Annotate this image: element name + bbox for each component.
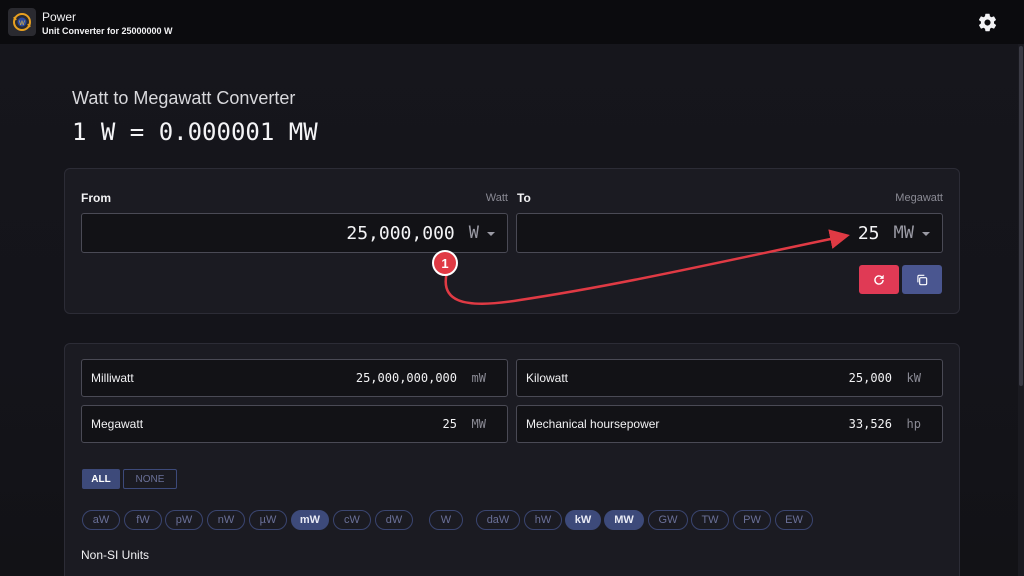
unit-chip-mW[interactable]: mW	[291, 510, 329, 530]
to-unit-name: Megawatt	[895, 192, 943, 204]
to-unit-dropdown-caret-icon[interactable]	[922, 232, 930, 236]
result-value: 25	[442, 417, 457, 431]
svg-text:W: W	[19, 21, 25, 27]
result-value: 25,000	[848, 371, 892, 385]
non-si-units-heading: Non-SI Units	[81, 548, 150, 562]
to-value: 25	[857, 222, 880, 244]
to-value-input[interactable]: 25 MW	[516, 213, 943, 253]
result-row[interactable]: Megawatt 25 MW	[81, 405, 508, 443]
to-label: To	[517, 191, 531, 205]
result-value: 33,526	[848, 417, 892, 431]
unit-chip-dW[interactable]: dW	[375, 510, 413, 530]
result-unit: mW	[471, 371, 486, 385]
unit-chip-nW[interactable]: nW	[207, 510, 245, 530]
unit-chip-EW[interactable]: EW	[775, 510, 813, 530]
unit-chip-fW[interactable]: fW	[124, 510, 162, 530]
result-name: Mechanical hoursepower	[526, 417, 660, 431]
app-subtitle: Unit Converter for 25000000 W	[42, 26, 173, 36]
reset-button[interactable]	[859, 265, 899, 294]
copy-icon	[917, 274, 928, 285]
from-unit-dropdown-caret-icon[interactable]	[487, 232, 495, 236]
to-unit-select[interactable]: MW	[894, 223, 914, 243]
unit-chip-W[interactable]: W	[429, 510, 463, 530]
conversion-formula: 1 W = 0.000001 MW	[72, 118, 318, 146]
page-heading: Watt to Megawatt Converter	[72, 88, 296, 108]
result-row[interactable]: Kilowatt 25,000 kW	[516, 359, 943, 397]
copy-button[interactable]	[902, 265, 942, 294]
app-title: Power	[42, 10, 77, 24]
from-unit-select[interactable]: W	[469, 223, 479, 243]
unit-chip-MW[interactable]: MW	[604, 510, 644, 530]
filter-all-button[interactable]: ALL	[82, 469, 120, 489]
unit-chip-PW[interactable]: PW	[733, 510, 771, 530]
unit-chip-daW[interactable]: daW	[476, 510, 520, 530]
unit-chip-hW[interactable]: hW	[524, 510, 562, 530]
from-value: 25,000,000	[346, 222, 455, 244]
unit-chip-TW[interactable]: TW	[691, 510, 729, 530]
app-logo-icon: W	[8, 8, 36, 36]
unit-chip-kW[interactable]: kW	[565, 510, 601, 530]
filter-none-button[interactable]: NONE	[123, 469, 177, 489]
result-unit: hp	[906, 417, 921, 431]
result-value: 25,000,000,000	[355, 371, 457, 385]
unit-chip-uW[interactable]: µW	[249, 510, 287, 530]
result-name: Megawatt	[91, 417, 144, 431]
top-bar: W Power Unit Converter for 25000000 W	[0, 0, 1024, 44]
from-value-input[interactable]: 25,000,000 W	[81, 213, 508, 253]
settings-gear-icon[interactable]	[977, 12, 998, 33]
unit-chip-pW[interactable]: pW	[165, 510, 203, 530]
unit-chip-GW[interactable]: GW	[648, 510, 688, 530]
from-unit-name: Watt	[485, 192, 508, 204]
unit-chip-cW[interactable]: cW	[333, 510, 371, 530]
result-name: Milliwatt	[91, 371, 134, 385]
result-row[interactable]: Mechanical hoursepower 33,526 hp	[516, 405, 943, 443]
result-row[interactable]: Milliwatt 25,000,000,000 mW	[81, 359, 508, 397]
result-unit: kW	[906, 371, 921, 385]
unit-chip-aW[interactable]: aW	[82, 510, 120, 530]
result-unit: MW	[471, 417, 486, 431]
from-label: From	[81, 191, 111, 205]
page-scrollbar-thumb[interactable]	[1019, 46, 1023, 386]
result-name: Kilowatt	[526, 371, 569, 385]
refresh-icon	[874, 274, 884, 285]
